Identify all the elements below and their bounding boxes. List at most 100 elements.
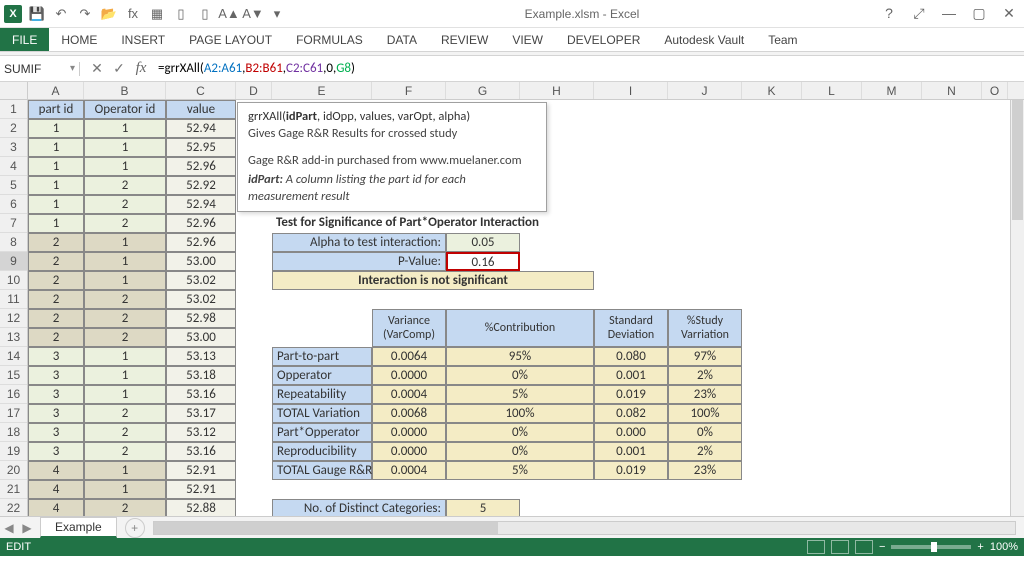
cell[interactable]: 1 <box>84 271 166 290</box>
help-icon[interactable]: ? <box>878 5 900 22</box>
cell[interactable]: 0.05 <box>446 233 520 252</box>
cell[interactable]: 52.91 <box>166 480 236 499</box>
row-header[interactable]: 18 <box>0 423 27 442</box>
formula-cancel-icon[interactable]: ✕ <box>86 56 108 81</box>
col-header-O[interactable]: O <box>982 82 1008 99</box>
cell[interactable]: 2 <box>84 214 166 233</box>
cell[interactable]: 0.0000 <box>372 442 446 461</box>
cell[interactable]: 0.0000 <box>372 366 446 385</box>
row-header[interactable]: 21 <box>0 480 27 499</box>
cell[interactable]: 53.12 <box>166 423 236 442</box>
row-header[interactable]: 6 <box>0 195 27 214</box>
cell[interactable]: value <box>166 100 236 119</box>
cell[interactable]: Part*Opperator <box>272 423 372 442</box>
cell[interactable]: 52.96 <box>166 233 236 252</box>
qat-freeze-icon[interactable]: ▦ <box>148 5 166 23</box>
cell[interactable]: 2 <box>84 290 166 309</box>
cell[interactable]: TOTAL Variation <box>272 404 372 423</box>
cell[interactable]: 53.16 <box>166 442 236 461</box>
cell[interactable]: 0.000 <box>594 423 668 442</box>
cell[interactable]: 1 <box>28 157 84 176</box>
tab-formulas[interactable]: FORMULAS <box>284 28 375 51</box>
row-header[interactable]: 4 <box>0 157 27 176</box>
col-header-J[interactable]: J <box>668 82 742 99</box>
col-header-G[interactable]: G <box>446 82 520 99</box>
name-box-dropdown-icon[interactable]: ▾ <box>70 63 75 74</box>
cell[interactable]: Test for Significance of Part*Operator I… <box>272 214 668 233</box>
cell[interactable]: 1 <box>84 233 166 252</box>
zoom-out-icon[interactable]: − <box>879 541 885 553</box>
row-header[interactable]: 2 <box>0 119 27 138</box>
col-header-B[interactable]: B <box>84 82 166 99</box>
insert-function-icon[interactable]: fx <box>130 56 152 81</box>
formula-enter-icon[interactable]: ✓ <box>108 56 130 81</box>
tab-data[interactable]: DATA <box>375 28 429 51</box>
col-header-C[interactable]: C <box>166 82 236 99</box>
qat-font-decrease-icon[interactable]: A▼ <box>244 5 262 23</box>
cell[interactable]: 23% <box>668 385 742 404</box>
cell[interactable]: 53.18 <box>166 366 236 385</box>
cell[interactable]: Repeatability <box>272 385 372 404</box>
row-header[interactable]: 11 <box>0 290 27 309</box>
maximize-icon[interactable]: ▢ <box>968 5 990 22</box>
cell[interactable]: 52.96 <box>166 157 236 176</box>
qat-misc1-icon[interactable]: ▯ <box>172 5 190 23</box>
view-page-layout-icon[interactable] <box>831 540 849 554</box>
cell[interactable]: 0.001 <box>594 366 668 385</box>
cell[interactable]: 2 <box>84 309 166 328</box>
name-box[interactable]: SUMIF ▾ <box>0 62 80 76</box>
cell[interactable]: 5% <box>446 461 594 480</box>
row-header[interactable]: 15 <box>0 366 27 385</box>
row-header[interactable]: 20 <box>0 461 27 480</box>
cell[interactable]: P-Value: <box>272 252 446 271</box>
vertical-scrollbar-thumb[interactable] <box>1012 100 1023 220</box>
cell[interactable]: Reproducibility <box>272 442 372 461</box>
cell[interactable]: 0% <box>668 423 742 442</box>
cell[interactable]: 0.019 <box>594 461 668 480</box>
sheet-nav-right-icon[interactable]: ▶ <box>18 521 36 535</box>
row-header[interactable]: 14 <box>0 347 27 366</box>
cell[interactable]: 1 <box>28 119 84 138</box>
cell[interactable]: Variance (VarComp) <box>372 309 446 347</box>
ribbon-display-icon[interactable]: ⤢ <box>908 5 930 22</box>
qat-redo-icon[interactable]: ↷ <box>76 5 94 23</box>
row-header[interactable]: 17 <box>0 404 27 423</box>
row-header[interactable]: 3 <box>0 138 27 157</box>
vertical-scrollbar[interactable] <box>1010 100 1024 516</box>
cell[interactable]: 2 <box>28 290 84 309</box>
col-header-K[interactable]: K <box>742 82 802 99</box>
cell[interactable]: 0.001 <box>594 442 668 461</box>
cell[interactable]: 0.019 <box>594 385 668 404</box>
cell[interactable]: 1 <box>84 347 166 366</box>
qat-undo-icon[interactable]: ↶ <box>52 5 70 23</box>
cell[interactable]: 1 <box>28 214 84 233</box>
cell[interactable]: 53.16 <box>166 385 236 404</box>
tab-view[interactable]: VIEW <box>500 28 555 51</box>
qat-save-icon[interactable]: 💾 <box>28 5 46 23</box>
cell[interactable]: 53.17 <box>166 404 236 423</box>
cell[interactable]: 52.98 <box>166 309 236 328</box>
qat-open-icon[interactable]: 📂 <box>100 5 118 23</box>
col-header-D[interactable]: D <box>236 82 272 99</box>
zoom-level[interactable]: 100% <box>990 541 1018 553</box>
cell[interactable]: 0% <box>446 366 594 385</box>
cell[interactable]: 100% <box>446 404 594 423</box>
cell[interactable]: 53.00 <box>166 328 236 347</box>
cell[interactable]: 1 <box>84 366 166 385</box>
cell[interactable]: 1 <box>84 119 166 138</box>
cell[interactable]: 2 <box>28 309 84 328</box>
cell[interactable]: 3 <box>28 404 84 423</box>
cell[interactable]: 0.0004 <box>372 461 446 480</box>
row-header[interactable]: 7 <box>0 214 27 233</box>
cell[interactable]: 1 <box>84 385 166 404</box>
cell[interactable]: 1 <box>84 138 166 157</box>
cell[interactable]: 23% <box>668 461 742 480</box>
row-header[interactable]: 16 <box>0 385 27 404</box>
tab-insert[interactable]: INSERT <box>109 28 177 51</box>
sheet-nav-left-icon[interactable]: ◀ <box>0 521 18 535</box>
cell[interactable]: 3 <box>28 347 84 366</box>
cell[interactable]: 53.02 <box>166 271 236 290</box>
cell[interactable]: %Contribution <box>446 309 594 347</box>
cell[interactable]: %Study Varriation <box>668 309 742 347</box>
cell[interactable]: 2 <box>28 328 84 347</box>
